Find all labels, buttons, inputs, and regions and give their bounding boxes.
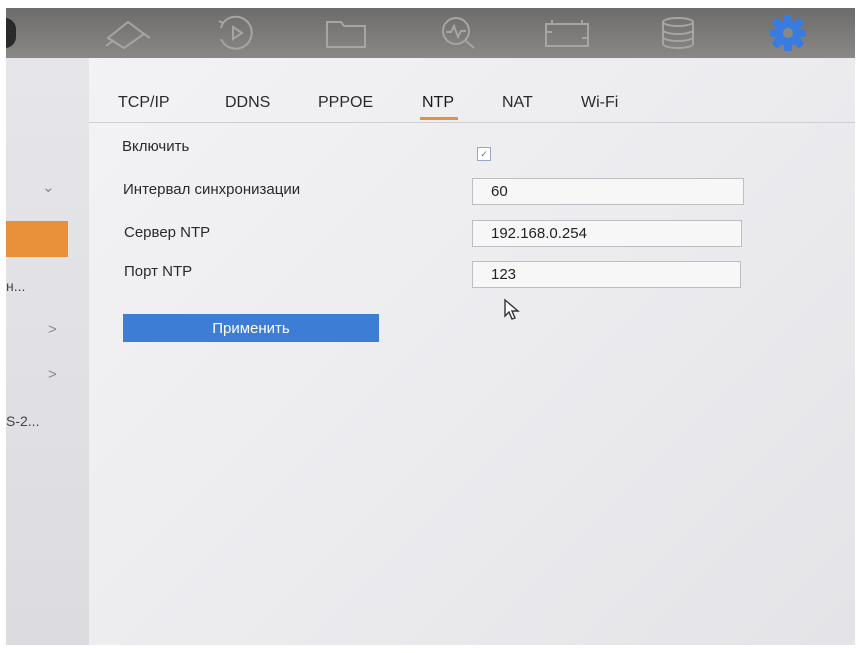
tab-wifi[interactable]: Wi-Fi: [581, 94, 618, 112]
chevron-right-icon[interactable]: >: [48, 321, 57, 338]
camera-icon[interactable]: [98, 14, 154, 52]
device-icon[interactable]: [539, 14, 595, 52]
tab-bar: TCP/IP DDNS PPPOE NTP NAT Wi-Fi: [89, 58, 855, 123]
network-settings-panel: TCP/IP DDNS PPPOE NTP NAT Wi-Fi Включить…: [89, 58, 855, 645]
settings-gear-icon[interactable]: [761, 14, 815, 52]
tab-ddns[interactable]: DDNS: [225, 94, 270, 112]
tab-pppoe[interactable]: PPPOE: [318, 94, 373, 112]
chevron-right-icon[interactable]: >: [48, 366, 57, 383]
apply-button[interactable]: Применить: [123, 314, 379, 342]
sidebar: ⌄ н... > > S-2...: [6, 58, 89, 645]
enable-label: Включить: [122, 138, 190, 155]
logo-edge: [6, 18, 16, 48]
active-tab-indicator: [420, 117, 458, 120]
ntp-port-input[interactable]: [472, 261, 741, 288]
ntp-server-input[interactable]: [472, 220, 742, 247]
sync-interval-label: Интервал синхронизации: [123, 181, 301, 198]
enable-checkbox[interactable]: ✓: [477, 147, 491, 161]
playback-icon[interactable]: [211, 14, 261, 52]
storage-icon[interactable]: [653, 14, 703, 52]
search-icon[interactable]: [434, 14, 484, 52]
sidebar-item-truncated[interactable]: S-2...: [6, 413, 39, 429]
sidebar-item-truncated[interactable]: н...: [6, 278, 25, 294]
tab-ntp[interactable]: NTP: [422, 94, 454, 112]
dvr-screen: ⌄ н... > > S-2... TCP/IP DDNS PPPOE NTP …: [6, 8, 855, 645]
tab-nat[interactable]: NAT: [502, 94, 533, 112]
chevron-down-icon[interactable]: ⌄: [42, 178, 55, 196]
sync-interval-input[interactable]: [472, 178, 744, 205]
folder-icon[interactable]: [321, 14, 371, 52]
ntp-port-label: Порт NTP: [124, 263, 193, 280]
ntp-server-label: Сервер NTP: [124, 224, 211, 241]
tab-tcpip[interactable]: TCP/IP: [118, 94, 170, 112]
top-toolbar: [6, 8, 855, 58]
mouse-cursor-icon: [504, 298, 520, 320]
sidebar-item-active[interactable]: [6, 221, 68, 257]
